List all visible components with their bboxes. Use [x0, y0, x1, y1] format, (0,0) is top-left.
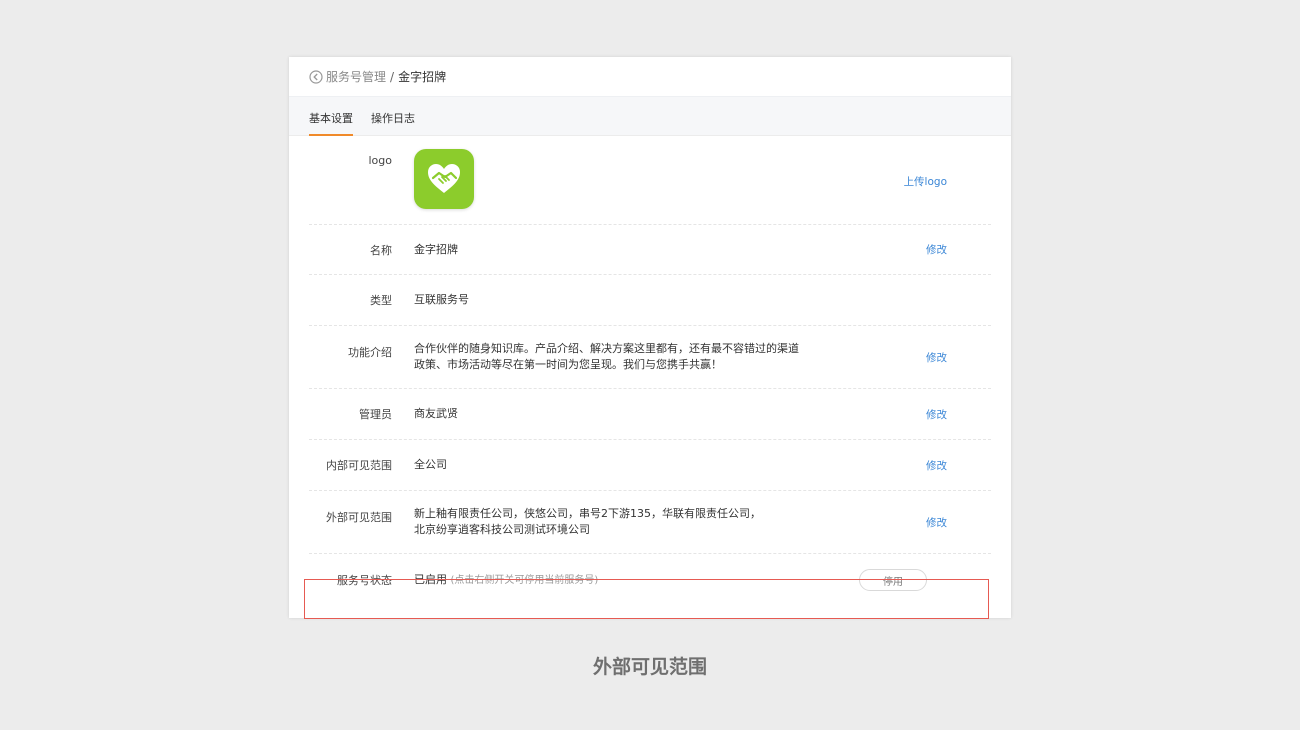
row-label: 功能介绍 [348, 346, 392, 359]
row-value: 互联服务号 [414, 293, 469, 306]
tab-operation-log[interactable]: 操作日志 [371, 110, 415, 135]
row-admin: 管理员 商友武贤 修改 [309, 389, 991, 440]
edit-intro-link[interactable]: 修改 [926, 350, 947, 365]
disable-button[interactable]: 停用 [859, 569, 927, 591]
row-label: 内部可见范围 [326, 459, 392, 472]
row-logo: logo 上传logo [309, 136, 991, 225]
row-type: 类型 互联服务号 [309, 275, 991, 326]
row-intro: 功能介绍 合作伙伴的随身知识库。产品介绍、解决方案这里都有，还有最不容错过的渠道… [309, 326, 991, 389]
row-label: 服务号状态 [337, 574, 392, 587]
status-hint: (点击右侧开关可停用当前服务号) [450, 574, 599, 586]
back-circle-icon[interactable] [309, 69, 323, 84]
row-value: 金字招牌 [414, 242, 458, 256]
tab-bar: 基本设置 操作日志 [289, 97, 1011, 136]
breadcrumb-separator: / [390, 69, 395, 84]
upload-logo-link[interactable]: 上传logo [904, 174, 947, 189]
external-line-2: 北京纷享逍客科技公司测试环境公司 [414, 523, 590, 536]
external-line-1: 新上釉有限责任公司，侠悠公司，串号2下游135，华联有限责任公司， [414, 507, 761, 520]
breadcrumb: 服务号管理 / 金字招牌 [289, 57, 1011, 97]
row-label: 管理员 [359, 408, 392, 421]
row-external-visibility: 外部可见范围 新上釉有限责任公司，侠悠公司，串号2下游135，华联有限责任公司，… [309, 491, 991, 554]
tab-basic-settings[interactable]: 基本设置 [309, 110, 353, 136]
row-label: 外部可见范围 [326, 511, 392, 524]
row-label: logo [368, 154, 393, 167]
edit-admin-link[interactable]: 修改 [926, 407, 947, 422]
intro-line-2: 政策、市场活动等尽在第一时间为您呈现。我们与您携手共赢！ [414, 358, 722, 371]
edit-external-visibility-link[interactable]: 修改 [926, 515, 947, 530]
row-value: 全公司 [414, 458, 447, 471]
row-value: 合作伙伴的随身知识库。产品介绍、解决方案这里都有，还有最不容错过的渠道 政策、市… [414, 341, 991, 373]
settings-list: logo 上传logo 名称 金字招牌 修改 类型 互联服务号 功能介绍 合作伙… [289, 136, 1011, 619]
row-status: 服务号状态 已启用 (点击右侧开关可停用当前服务号) 停用 [309, 554, 991, 606]
breadcrumb-current: 金字招牌 [398, 70, 447, 84]
intro-line-1: 合作伙伴的随身知识库。产品介绍、解决方案这里都有，还有最不容错过的渠道 [414, 342, 799, 355]
row-label: 类型 [370, 294, 392, 307]
row-name: 名称 金字招牌 修改 [309, 225, 991, 275]
row-label: 名称 [370, 243, 392, 257]
handshake-heart-icon [428, 164, 460, 193]
service-logo [414, 149, 474, 209]
status-value: 已启用 [414, 572, 447, 586]
service-account-panel: 服务号管理 / 金字招牌 基本设置 操作日志 logo 上传logo 名称 金字… [289, 57, 1011, 619]
caption: 外部可见范围 [592, 656, 707, 678]
row-value: 新上釉有限责任公司，侠悠公司，串号2下游135，华联有限责任公司， 北京纷享逍客… [414, 506, 991, 538]
row-value: 商友武贤 [414, 407, 458, 420]
edit-internal-visibility-link[interactable]: 修改 [926, 458, 947, 473]
edit-name-link[interactable]: 修改 [926, 242, 947, 257]
breadcrumb-parent-link[interactable]: 服务号管理 [326, 68, 386, 85]
row-internal-visibility: 内部可见范围 全公司 修改 [309, 440, 991, 491]
